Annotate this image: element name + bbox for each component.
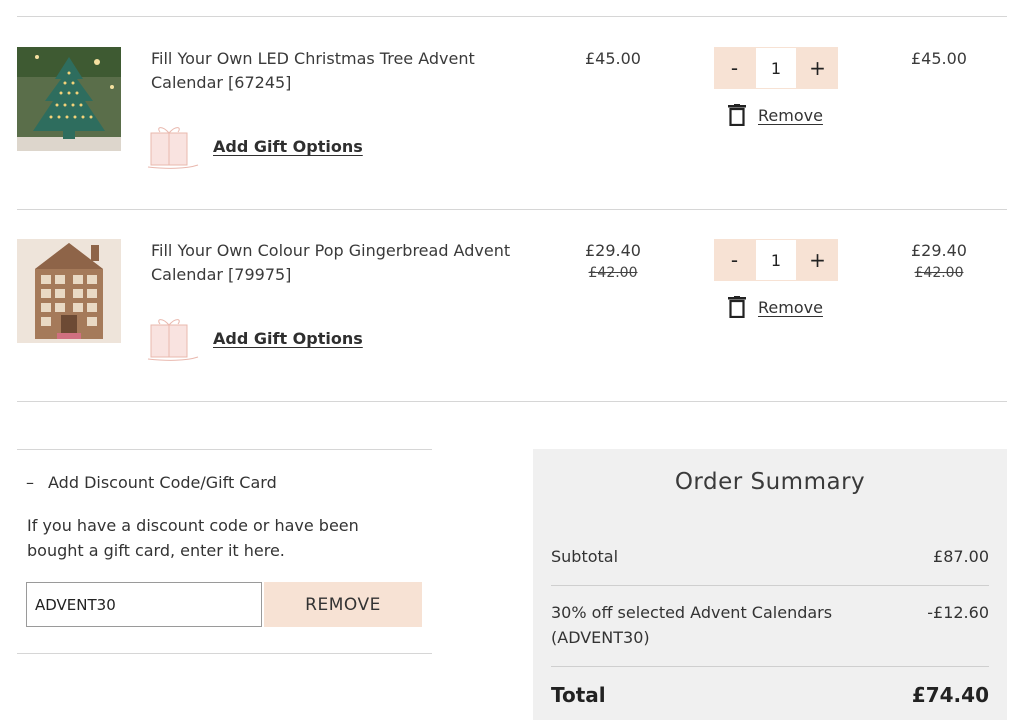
gift-icon [147,319,199,361]
add-gift-options-link[interactable]: Add Gift Options [213,137,363,156]
subtotal-row: Subtotal £87.00 [551,544,989,569]
line-total-original: £42.00 [914,265,964,281]
remove-item-button[interactable]: Remove [728,104,823,126]
unit-price-value: £45.00 [585,49,641,68]
unit-price-value: £29.40 [585,241,641,260]
discount-toggle[interactable]: – Add Discount Code/Gift Card [26,473,277,492]
remove-label: Remove [758,297,823,317]
unit-price: £29.40 £42.00 [573,239,653,283]
line-total-value: £45.00 [911,49,967,68]
divider [17,653,432,654]
add-gift-options-link[interactable]: Add Gift Options [213,329,363,348]
divider [551,666,989,667]
collapse-icon: – [26,473,34,492]
discount-label: 30% off selected Advent Calendars (ADVEN… [551,603,833,647]
line-total: £45.00 [899,47,979,71]
product-title[interactable]: Fill Your Own Colour Pop Gingerbread Adv… [151,239,541,287]
increase-quantity-button[interactable]: + [797,47,838,89]
total-row: Total £74.40 [551,683,989,708]
unit-price: £45.00 [573,47,653,71]
quantity-stepper: - 1 + [714,47,838,89]
increase-quantity-button[interactable]: + [797,239,838,281]
trash-icon [728,296,746,318]
product-title[interactable]: Fill Your Own LED Christmas Tree Advent … [151,47,541,95]
discount-value: -£12.60 [927,603,989,622]
unit-price-original: £42.00 [588,265,638,281]
discount-description: If you have a discount code or have been… [27,516,359,560]
decrease-quantity-button[interactable]: - [714,239,755,281]
quantity-input[interactable]: 1 [755,47,797,89]
remove-item-button[interactable]: Remove [728,296,823,318]
quantity-stepper: - 1 + [714,239,838,281]
subtotal-label: Subtotal [551,547,619,566]
cart-item: Fill Your Own LED Christmas Tree Advent … [0,17,1024,209]
trash-icon [728,104,746,126]
discount-code-input[interactable] [26,582,262,627]
gift-icon [147,127,199,169]
line-total-value: £29.40 [911,241,967,260]
discount-heading: Add Discount Code/Gift Card [48,473,277,492]
divider [17,449,432,450]
subtotal-value: £87.00 [933,547,989,566]
order-summary: Order Summary Subtotal £87.00 30% off se… [533,449,1007,720]
remove-discount-button[interactable]: REMOVE [264,582,422,627]
divider [551,585,989,586]
cart-item: Fill Your Own Colour Pop Gingerbread Adv… [0,209,1024,401]
order-summary-title: Order Summary [674,469,866,495]
product-image-christmas-tree[interactable] [17,47,121,151]
total-value: £74.40 [911,683,989,707]
line-total: £29.40 £42.00 [899,239,979,283]
total-label: Total [551,683,606,707]
quantity-input[interactable]: 1 [755,239,797,281]
decrease-quantity-button[interactable]: - [714,47,755,89]
product-image-gingerbread-house[interactable] [17,239,121,343]
divider [17,401,1007,402]
discount-row: 30% off selected Advent Calendars (ADVEN… [551,600,989,650]
remove-label: Remove [758,105,823,125]
